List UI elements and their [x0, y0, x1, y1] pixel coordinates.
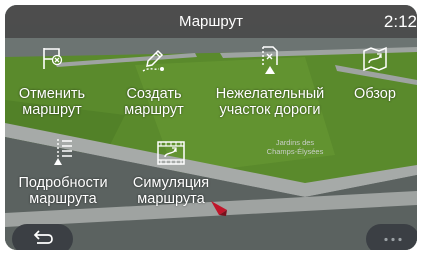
map-place-label-line2: Champs-Élysées	[266, 147, 324, 156]
map-place-label-line1: Jardins des	[275, 138, 315, 147]
flag-cancel-icon	[43, 48, 63, 69]
cancel-route-label-line1: Отменить	[18, 86, 86, 102]
map-overview-icon	[363, 46, 387, 72]
overview-button[interactable]: Обзор	[339, 43, 411, 123]
overview-label: Обзор	[354, 86, 396, 102]
cancel-route-button[interactable]: Отменить маршрут	[9, 43, 95, 123]
route-details-label-line1: Подробности	[18, 175, 108, 191]
clock: 2:12	[383, 12, 417, 31]
create-route-label-line1: Создать	[126, 86, 182, 102]
route-list-icon	[54, 139, 72, 165]
back-button[interactable]	[12, 224, 73, 250]
navigation-screen: Jardins des Champs-Élysées Маршрут 2:12 …	[5, 5, 417, 250]
route-details-label-line2: маршрута	[29, 191, 97, 207]
cancel-route-label-line2: маршрут	[22, 102, 82, 118]
road-avoid-icon	[262, 46, 278, 74]
more-options-button[interactable]	[366, 224, 417, 250]
avoid-road-label-line2: участок дороги	[219, 102, 321, 118]
avoid-road-label-line1: Нежелательный	[215, 86, 325, 102]
route-details-button[interactable]: Подробности маршрута	[10, 137, 116, 217]
route-simulation-icon	[157, 141, 185, 165]
route-simulation-label-line1: Симуляция	[132, 175, 210, 191]
map-place-label: Jardins des Champs-Élysées	[262, 138, 328, 156]
route-simulation-label-line2: маршрута	[137, 191, 205, 207]
create-route-button[interactable]: Создать маршрут	[111, 43, 197, 123]
route-pencil-icon	[142, 49, 164, 72]
route-simulation-button[interactable]: Симуляция маршрута	[121, 137, 221, 217]
create-route-label-line2: маршрут	[124, 102, 184, 118]
avoid-road-button[interactable]: Нежелательный участок дороги	[205, 43, 335, 123]
page-title: Маршрут	[179, 13, 243, 30]
back-arrow-icon	[33, 230, 53, 244]
more-dots-icon	[384, 237, 402, 242]
